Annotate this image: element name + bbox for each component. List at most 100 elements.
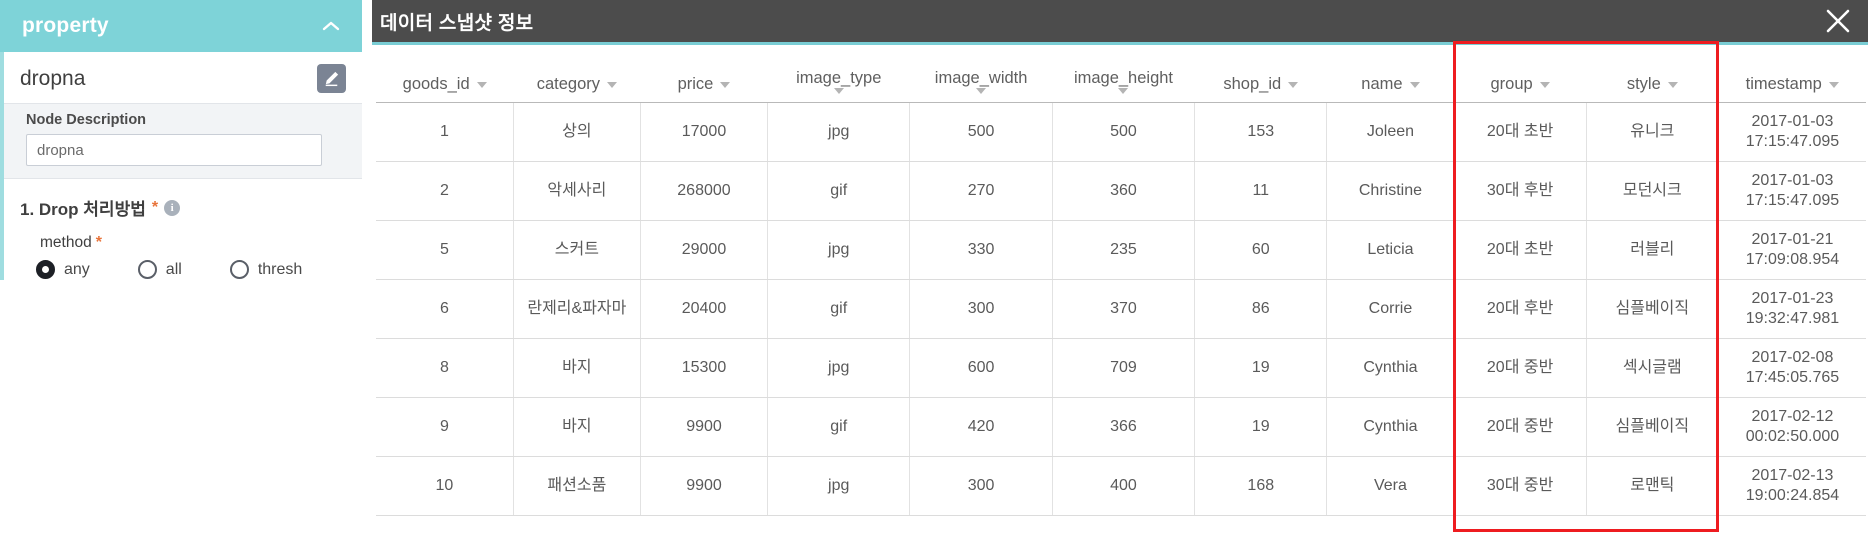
cell-price: 268000 bbox=[639, 161, 768, 221]
cell-goods-id: 6 bbox=[376, 279, 514, 339]
chevron-down-icon[interactable] bbox=[1667, 81, 1678, 88]
chevron-down-icon[interactable] bbox=[720, 81, 731, 88]
radio-option-thresh[interactable]: thresh bbox=[229, 260, 303, 279]
radio-option-any[interactable]: any bbox=[36, 260, 90, 279]
column-header-image-width[interactable]: image_width bbox=[909, 63, 1053, 103]
cell-style: 섹시글램 bbox=[1585, 338, 1719, 398]
cell-style: 유니크 bbox=[1585, 102, 1719, 162]
chevron-down-icon[interactable] bbox=[833, 88, 844, 94]
column-header-label: price bbox=[677, 75, 714, 93]
cell-style: 심플베이직 bbox=[1585, 279, 1719, 339]
chevron-down-icon[interactable] bbox=[976, 88, 987, 94]
column-header-style[interactable]: style bbox=[1586, 63, 1719, 103]
radio-label: any bbox=[64, 260, 90, 278]
cell-style: 로맨틱 bbox=[1585, 456, 1719, 516]
cell-group: 20대 초반 bbox=[1453, 102, 1587, 162]
cell-category: 스커트 bbox=[512, 220, 641, 280]
radio-option-all[interactable]: all bbox=[137, 260, 182, 279]
chevron-down-icon[interactable] bbox=[607, 81, 617, 88]
cell-image-type: jpg bbox=[767, 220, 910, 280]
chevron-up-icon[interactable] bbox=[318, 13, 344, 39]
required-asterisk: * bbox=[95, 234, 102, 251]
timestamp-time: 17:09:08.954 bbox=[1745, 251, 1840, 268]
data-snapshot-header: 데이터 스냅샷 정보 bbox=[372, 0, 1868, 45]
cell-group: 30대 중반 bbox=[1453, 456, 1587, 516]
cell-price: 9900 bbox=[639, 397, 768, 457]
cell-goods-id: 2 bbox=[376, 161, 514, 221]
cell-timestamp: 2017-01-03 17:15:47.095 bbox=[1717, 102, 1866, 162]
table-row[interactable]: 9 바지 9900 gif 420 366 19 Cynthia 20대 중반 심플베이직 2017… bbox=[376, 397, 1866, 457]
column-header-goods-id[interactable]: goods_id bbox=[376, 63, 514, 103]
cell-style: 모던시크 bbox=[1585, 161, 1719, 221]
cell-price: 20400 bbox=[639, 279, 768, 339]
property-panel-title: property bbox=[22, 14, 109, 37]
chevron-down-icon[interactable] bbox=[1118, 88, 1129, 94]
node-description-input[interactable] bbox=[26, 134, 322, 166]
cell-image-width: 420 bbox=[909, 397, 1053, 457]
cell-group: 20대 중반 bbox=[1453, 338, 1587, 398]
data-snapshot-table-wrap: goods_id category price image_type image… bbox=[372, 41, 1868, 532]
cell-timestamp: 2017-02-08 17:45:05.765 bbox=[1717, 338, 1866, 398]
cell-image-height: 400 bbox=[1051, 456, 1195, 516]
cell-group: 20대 중반 bbox=[1453, 397, 1587, 457]
timestamp-date: 2017-02-12 bbox=[1751, 408, 1834, 425]
chevron-down-icon[interactable] bbox=[1409, 81, 1420, 88]
column-header-shop-id[interactable]: shop_id bbox=[1194, 63, 1327, 103]
timestamp-date: 2017-02-08 bbox=[1751, 349, 1834, 366]
cell-name: Corrie bbox=[1326, 279, 1454, 339]
chevron-down-icon[interactable] bbox=[1539, 81, 1550, 88]
cell-style: 러블리 bbox=[1585, 220, 1719, 280]
column-header-label: timestamp bbox=[1745, 75, 1822, 93]
cell-name: Vera bbox=[1326, 456, 1454, 516]
data-snapshot-panel: 데이터 스냅샷 정보 goods_id category price image… bbox=[372, 0, 1868, 552]
table-row[interactable]: 5 스커트 29000 jpg 330 235 60 Leticia 20대 초반 러블리 2017… bbox=[376, 220, 1866, 280]
column-header-label: shop_id bbox=[1223, 75, 1282, 93]
cell-goods-id: 10 bbox=[376, 456, 514, 516]
cell-name: Christine bbox=[1326, 161, 1454, 221]
column-header-name[interactable]: name bbox=[1326, 63, 1454, 103]
timestamp-time: 00:02:50.000 bbox=[1745, 428, 1840, 445]
cell-image-height: 366 bbox=[1051, 397, 1195, 457]
radio-selected-icon bbox=[36, 260, 55, 279]
drop-method-section-header: 1. Drop 처리방법 * i bbox=[4, 179, 362, 220]
method-radio-group: any all thresh bbox=[4, 252, 362, 279]
cell-image-type: jpg bbox=[767, 102, 910, 162]
column-header-timestamp[interactable]: timestamp bbox=[1718, 63, 1866, 103]
cell-shop-id: 19 bbox=[1194, 338, 1327, 398]
column-header-price[interactable]: price bbox=[640, 63, 768, 103]
cell-image-width: 270 bbox=[909, 161, 1053, 221]
cell-timestamp: 2017-02-13 19:00:24.854 bbox=[1717, 456, 1866, 516]
column-header-label: group bbox=[1490, 75, 1533, 93]
column-header-group[interactable]: group bbox=[1454, 63, 1587, 103]
column-header-image-height[interactable]: image_height bbox=[1052, 63, 1195, 103]
table-row[interactable]: 1 상의 17000 jpg 500 500 153 Joleen 20대 초반 유니크 2017-… bbox=[376, 102, 1866, 162]
cell-timestamp: 2017-02-12 00:02:50.000 bbox=[1717, 397, 1866, 457]
cell-name: Joleen bbox=[1326, 102, 1454, 162]
edit-node-icon[interactable] bbox=[317, 64, 346, 93]
cell-image-height: 235 bbox=[1051, 220, 1195, 280]
chevron-down-icon[interactable] bbox=[1288, 81, 1299, 88]
chevron-down-icon[interactable] bbox=[1828, 81, 1839, 88]
column-header-category[interactable]: category bbox=[513, 63, 641, 103]
close-icon[interactable] bbox=[1818, 0, 1858, 42]
table-row[interactable]: 6 란제리&파자마 20400 gif 300 370 86 Corrie 20대 후반 심플베이… bbox=[376, 279, 1866, 339]
timestamp-time: 17:15:47.095 bbox=[1745, 192, 1840, 209]
cell-category: 악세사리 bbox=[512, 161, 641, 221]
table-row[interactable]: 2 악세사리 268000 gif 270 360 11 Christine 30대 후반 모던시… bbox=[376, 161, 1866, 221]
timestamp-time: 19:32:47.981 bbox=[1745, 310, 1840, 327]
column-header-image-type[interactable]: image_type bbox=[767, 63, 910, 103]
timestamp-date: 2017-01-23 bbox=[1751, 290, 1834, 307]
cell-category: 란제리&파자마 bbox=[512, 279, 641, 339]
timestamp-date: 2017-01-03 bbox=[1751, 172, 1834, 189]
info-icon[interactable]: i bbox=[164, 199, 181, 216]
table-row[interactable]: 8 바지 15300 jpg 600 709 19 Cynthia 20대 중반 섹시글램 2017… bbox=[376, 338, 1866, 398]
table-row[interactable]: 10 패션소품 9900 jpg 300 400 168 Vera 30대 중반 로맨틱 2017-… bbox=[376, 456, 1866, 516]
cell-timestamp: 2017-01-03 17:15:47.095 bbox=[1717, 161, 1866, 221]
cell-image-height: 500 bbox=[1051, 102, 1195, 162]
node-description-block: Node Description bbox=[4, 103, 362, 179]
radio-label: thresh bbox=[257, 260, 303, 278]
cell-category: 패션소품 bbox=[512, 456, 641, 516]
chevron-down-icon[interactable] bbox=[476, 81, 487, 88]
cell-goods-id: 8 bbox=[376, 338, 514, 398]
timestamp-date: 2017-01-03 bbox=[1751, 113, 1834, 130]
